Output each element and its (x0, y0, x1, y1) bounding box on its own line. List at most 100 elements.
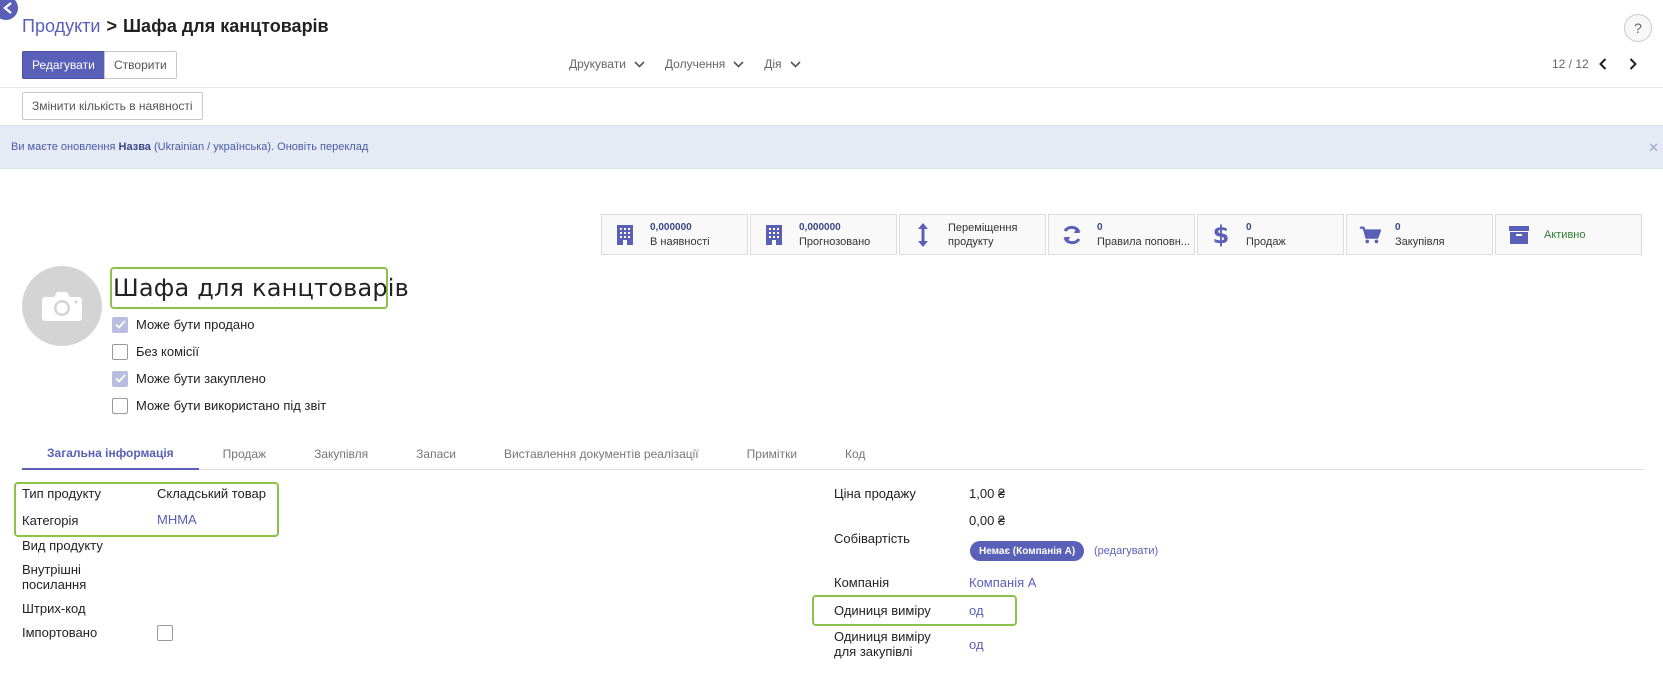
product-type-label: Тип продукту (22, 486, 102, 501)
tab-invoicing[interactable]: Виставлення документів реалізації (480, 437, 723, 470)
stat-forecasted[interactable]: 0,000000 Прогнозовано (750, 214, 897, 255)
edit-button[interactable]: Редагувати (22, 51, 105, 79)
help-button[interactable]: ? (1624, 14, 1652, 42)
stat-forecasted-value: 0,000000 (799, 221, 841, 233)
can-be-sold-checkbox[interactable] (112, 316, 128, 333)
stat-purchases[interactable]: 0 Закупівля (1346, 214, 1493, 255)
imported-checkbox[interactable] (157, 625, 173, 641)
stat-active-label: Активно (1544, 228, 1586, 241)
product-title-field[interactable]: Шафа для канцтоварів (113, 274, 409, 302)
stat-on-hand-value: 0,000000 (650, 221, 692, 233)
dollar-icon: $ (1212, 220, 1230, 249)
product-options: Може бути продано Без комісії Може бути … (112, 316, 326, 414)
cost-edit-link[interactable]: (редагувати) (1094, 545, 1158, 557)
chevron-down-icon (733, 60, 744, 68)
stat-sales-value: 0 (1246, 221, 1252, 233)
building-icon (763, 224, 785, 246)
uom-link[interactable]: од (969, 603, 984, 618)
option-no-commission: Без комісії (112, 343, 326, 360)
pager-value[interactable]: 12 / 12 (1552, 57, 1589, 71)
tab-sales[interactable]: Продаж (199, 437, 290, 470)
action-dropdowns: Друкувати Долучення Дія (569, 57, 801, 71)
stat-reorder-rules-label: Правила поповн... (1097, 235, 1190, 248)
can-be-purchased-checkbox[interactable] (112, 370, 128, 387)
breadcrumb: Продукти > Шафа для канцтоварів (22, 16, 329, 37)
archive-icon (1508, 225, 1530, 245)
action-dropdown-label: Дія (764, 57, 782, 71)
stat-forecasted-label: Прогнозовано (799, 235, 871, 248)
option-can-be-purchased: Може бути закуплено (112, 370, 326, 387)
stat-sales-label: Продаж (1246, 235, 1286, 248)
stat-product-moves[interactable]: Переміщення продукту (899, 214, 1046, 255)
chevron-down-icon (634, 60, 645, 68)
purchase-uom-label: Одиниця виміру для закупівлі (834, 629, 931, 659)
create-button[interactable]: Створити (104, 51, 177, 79)
stat-on-hand[interactable]: 0,000000 В наявності (601, 214, 748, 255)
alert-field: Назва (118, 141, 151, 153)
tab-code[interactable]: Код (821, 437, 889, 470)
barcode-label: Штрих-код (22, 601, 86, 616)
pager: 12 / 12 (1552, 57, 1637, 71)
product-type-value[interactable]: Складський товар (157, 486, 266, 501)
cost-company-badge: Немає (Компанія А) (970, 541, 1085, 561)
stat-purchases-label: Закупівля (1395, 235, 1445, 248)
category-link[interactable]: МНМА (157, 512, 197, 527)
can-be-expensed-label: Може бути використано під звіт (136, 398, 327, 413)
update-translation-link[interactable]: Оновіть переклад (277, 141, 368, 153)
tab-inventory[interactable]: Запаси (392, 437, 480, 470)
alert-prefix: Ви маєте оновлення (11, 141, 116, 153)
checkmark-icon (114, 374, 126, 383)
internal-reference-label: Внутрішні посилання (22, 562, 87, 592)
chevron-down-icon (789, 60, 801, 68)
attachment-dropdown[interactable]: Долучення (665, 57, 744, 71)
camera-icon (42, 292, 82, 321)
breadcrumb-products-link[interactable]: Продукти (22, 16, 100, 37)
stat-product-moves-label: продукту (948, 235, 994, 248)
option-can-be-sold: Може бути продано (112, 316, 326, 333)
status-bar (0, 88, 1663, 125)
cost-value[interactable]: 0,00 ₴ (969, 513, 1005, 528)
can-be-purchased-label: Може бути закуплено (136, 371, 266, 386)
tab-notes[interactable]: Примітки (723, 437, 821, 470)
uom-label: Одиниця виміру (834, 603, 931, 618)
no-commission-label: Без комісії (136, 344, 199, 359)
sale-price-label: Ціна продажу (834, 486, 916, 501)
update-quantity-button[interactable]: Змінити кількість в наявності (22, 92, 203, 120)
refresh-icon (1061, 224, 1083, 246)
can-be-sold-label: Може бути продано (136, 317, 255, 332)
chevron-left-icon[interactable] (1598, 58, 1607, 70)
option-can-be-expensed: Може бути використано під звіт (112, 397, 326, 414)
company-link[interactable]: Компанія А (969, 575, 1036, 590)
tab-general-info[interactable]: Загальна інформація (22, 437, 199, 470)
translation-alert: Ви маєте оновлення Назва (Ukrainian / ук… (0, 125, 1663, 169)
stat-product-moves-line1: Переміщення (948, 221, 1018, 234)
building-icon (614, 224, 636, 246)
stat-reorder-rules[interactable]: 0 Правила поповн... (1048, 214, 1195, 255)
company-label: Компанія (834, 575, 890, 590)
checkmark-icon (114, 320, 126, 329)
close-icon[interactable]: ✕ (1648, 140, 1659, 156)
stat-sales[interactable]: $ 0 Продаж (1197, 214, 1344, 255)
purchase-uom-link[interactable]: од (969, 637, 984, 652)
imported-label: Імпортовано (22, 625, 98, 640)
breadcrumb-current: Шафа для канцтоварів (122, 16, 329, 36)
product-image[interactable] (22, 266, 102, 346)
attachment-dropdown-label: Долучення (664, 57, 726, 71)
stat-purchases-value: 0 (1395, 221, 1401, 233)
chevron-right-icon[interactable] (1629, 58, 1637, 70)
stat-on-hand-label: В наявності (650, 235, 710, 248)
breadcrumb-separator: > (106, 16, 117, 36)
action-dropdown[interactable]: Дія (764, 57, 801, 71)
notebook-tabs: Загальна інформація Продаж Закупівля Зап… (22, 437, 1644, 470)
category-label: Категорія (22, 513, 79, 528)
cost-label: Собівартість (834, 531, 910, 546)
print-dropdown[interactable]: Друкувати (569, 57, 645, 71)
product-kind-label: Вид продукту (22, 538, 103, 553)
control-panel (0, 0, 1663, 88)
stat-active-toggle[interactable]: Активно (1495, 214, 1642, 255)
no-commission-checkbox[interactable] (112, 343, 128, 360)
stat-reorder-rules-value: 0 (1097, 221, 1103, 233)
sale-price-value[interactable]: 1,00 ₴ (969, 486, 1005, 501)
can-be-expensed-checkbox[interactable] (112, 397, 128, 414)
tab-purchase[interactable]: Закупівля (290, 437, 392, 470)
